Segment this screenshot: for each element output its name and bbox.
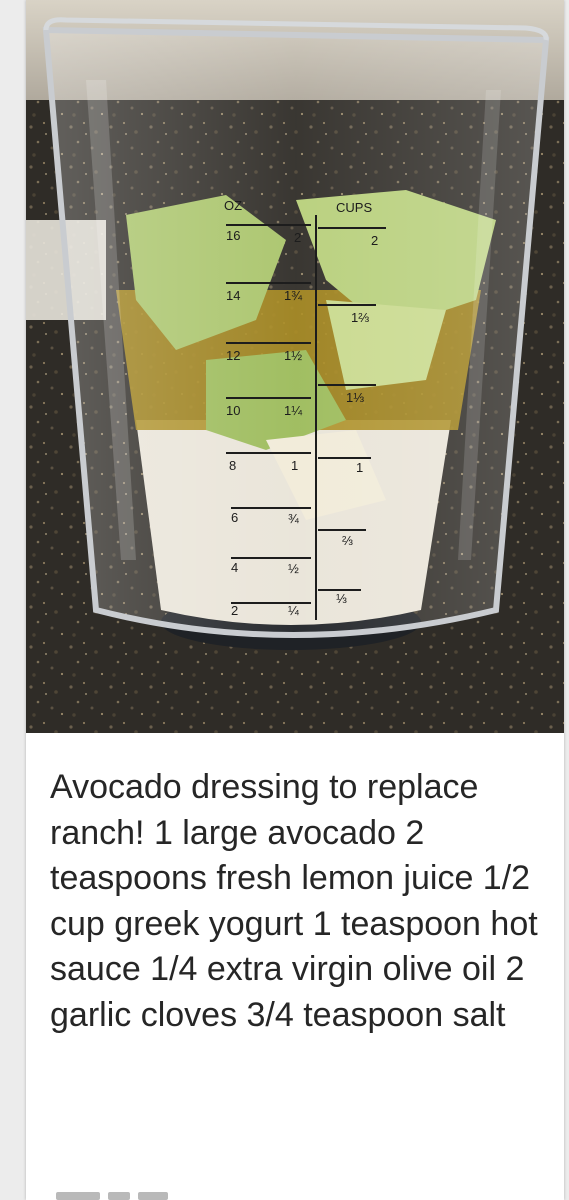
cups-header: CUPS — [336, 200, 372, 215]
cup-tick-right-2-3: ⅔ — [342, 533, 353, 548]
cup-tick-1-3-4: 1¾ — [284, 288, 302, 303]
oz-tick-4: 4 — [231, 560, 238, 575]
oz-tick-2: 2 — [231, 603, 238, 618]
cup-tick-right-2: 2 — [371, 233, 378, 248]
oz-tick-10: 10 — [226, 403, 240, 418]
cup-tick-1-1-4: 1¼ — [284, 403, 302, 418]
oz-tick-8: 8 — [229, 458, 236, 473]
pin-description: Avocado dressing to replace ranch! 1 lar… — [50, 768, 538, 1034]
pin-image[interactable]: OZ CUPS 16 14 12 10 8 6 4 2 2 1¾ 1½ 1¼ 1… — [26, 0, 564, 733]
cup-tick-3-4: ¾ — [288, 511, 299, 526]
measuring-cup-photo: OZ CUPS 16 14 12 10 8 6 4 2 2 1¾ 1½ 1¼ 1… — [26, 0, 564, 733]
cup-tick-right-1-2-3: 1⅔ — [351, 310, 369, 325]
oz-tick-16: 16 — [226, 228, 240, 243]
pin-footer — [56, 1192, 216, 1200]
cup-tick-right-1: 1 — [356, 460, 363, 475]
cup-tick-1-1-2: 1½ — [284, 348, 302, 363]
cup-tick-2: 2 — [294, 230, 301, 245]
oz-tick-6: 6 — [231, 510, 238, 525]
cup-tick-1-2: ½ — [288, 561, 299, 576]
cup-tick-right-1-3: ⅓ — [336, 591, 347, 606]
cup-tick-1-4: ¼ — [288, 603, 299, 618]
oz-header: OZ — [224, 198, 242, 213]
pin-card[interactable]: OZ CUPS 16 14 12 10 8 6 4 2 2 1¾ 1½ 1¼ 1… — [26, 0, 564, 1200]
oz-tick-12: 12 — [226, 348, 240, 363]
oz-tick-14: 14 — [226, 288, 240, 303]
cup-tick-1: 1 — [291, 458, 298, 473]
cup-tick-right-1-1-3: 1⅓ — [346, 390, 364, 405]
